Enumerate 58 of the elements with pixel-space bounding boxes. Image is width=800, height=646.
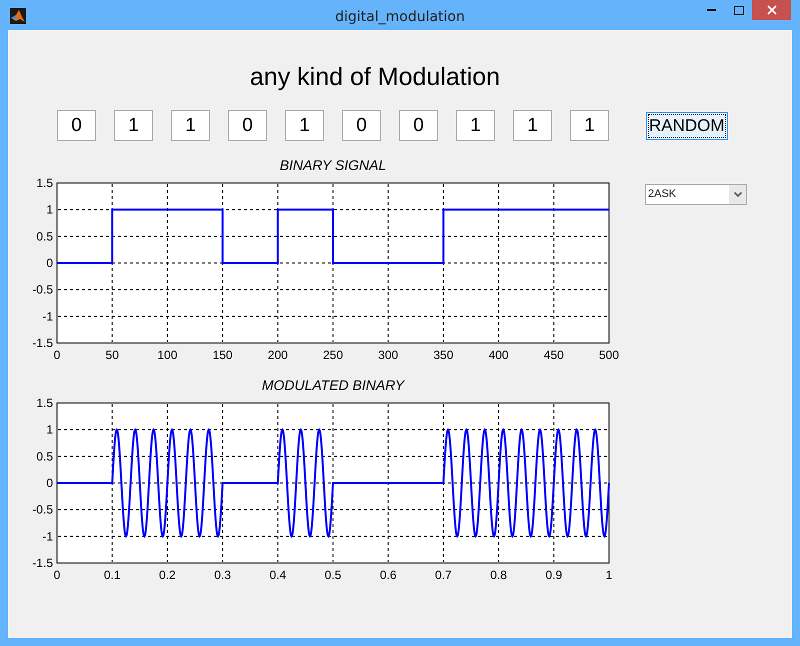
tick-label: 0.4 xyxy=(269,568,286,582)
tick-label: -0.5 xyxy=(32,282,53,297)
tick-label: 1 xyxy=(46,202,53,217)
tick-label: 1.5 xyxy=(36,396,53,410)
bit-field[interactable]: 0 xyxy=(228,110,267,141)
tick-label: 350 xyxy=(433,348,454,362)
bit-field[interactable]: 1 xyxy=(570,110,609,141)
bit-field[interactable]: 0 xyxy=(399,110,438,141)
tick-label: 450 xyxy=(544,348,564,362)
random-button[interactable]: RANDOM xyxy=(646,112,728,140)
tick-label: 1 xyxy=(46,422,53,437)
bit-field[interactable]: 1 xyxy=(456,110,495,141)
tick-label: 200 xyxy=(268,348,288,362)
chart-title: MODULATED BINARY xyxy=(262,377,404,393)
minimize-icon xyxy=(707,9,716,11)
tick-label: 0.6 xyxy=(380,568,397,582)
tick-label: 1.5 xyxy=(36,176,53,190)
tick-label: -1.5 xyxy=(32,556,53,570)
bit-field[interactable]: 0 xyxy=(57,110,96,141)
tick-label: 0.5 xyxy=(36,229,53,244)
tick-label: 0.3 xyxy=(214,568,231,582)
bit-field[interactable]: 0 xyxy=(342,110,381,141)
bit-field[interactable]: 1 xyxy=(114,110,153,141)
close-icon xyxy=(766,5,776,15)
tick-label: 0.9 xyxy=(545,568,562,582)
tick-label: 0 xyxy=(46,256,53,270)
tick-label: -1 xyxy=(42,529,53,544)
tick-label: 0 xyxy=(54,568,60,582)
window-title: digital_modulation xyxy=(335,9,465,25)
tick-label: 0.1 xyxy=(104,568,121,582)
chart-title: BINARY SIGNAL xyxy=(280,157,386,173)
tick-label: 300 xyxy=(378,348,398,362)
bit-field[interactable]: 1 xyxy=(513,110,552,141)
tick-label: -0.5 xyxy=(32,502,53,517)
tick-label: 150 xyxy=(212,348,233,362)
bit-field[interactable]: 1 xyxy=(171,110,210,141)
tick-label: 0 xyxy=(46,476,53,490)
tick-label: -1.5 xyxy=(32,336,53,350)
tick-label: 400 xyxy=(488,348,509,362)
tick-label: 0.8 xyxy=(490,568,507,582)
tick-label: 50 xyxy=(106,348,119,362)
bit-field[interactable]: 1 xyxy=(285,110,324,141)
tick-label: -1 xyxy=(42,309,53,324)
tick-label: 1 xyxy=(606,568,612,582)
tick-label: 500 xyxy=(598,348,620,362)
tick-label: 100 xyxy=(157,348,178,362)
tick-label: 0 xyxy=(54,348,60,362)
tick-label: 0.2 xyxy=(159,568,176,582)
maximize-icon xyxy=(734,6,744,14)
close-button[interactable] xyxy=(752,0,791,20)
heading: any kind of Modulation xyxy=(248,62,502,93)
chevron-down-icon xyxy=(734,192,742,197)
tick-label: 0.5 xyxy=(324,568,342,582)
modulation-dropdown[interactable]: 2ASK xyxy=(645,184,747,205)
tick-label: 0.7 xyxy=(435,568,452,582)
tick-label: 0.5 xyxy=(36,449,53,464)
app-logo-icon xyxy=(10,8,26,24)
tick-label: 250 xyxy=(322,348,344,362)
